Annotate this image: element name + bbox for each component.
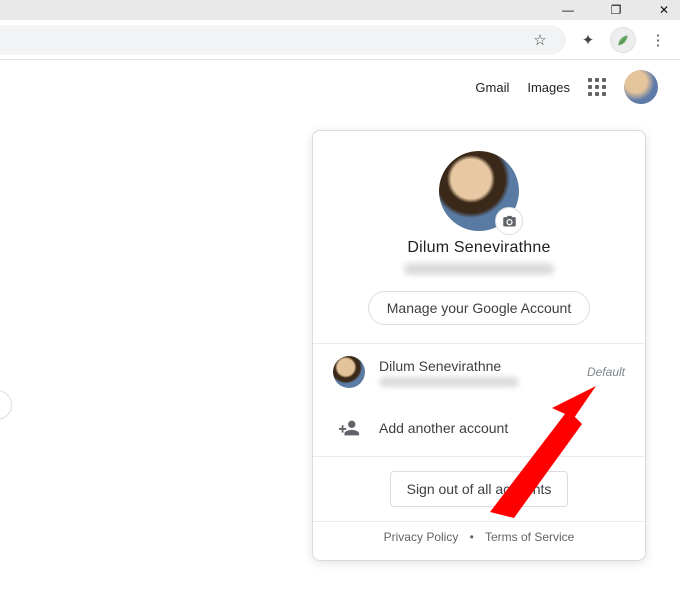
leaf-icon — [615, 32, 631, 48]
browser-menu-icon[interactable]: ⋮ — [646, 31, 670, 49]
manage-account-button[interactable]: Manage your Google Account — [368, 291, 590, 325]
popup-footer: Privacy Policy • Terms of Service — [313, 522, 645, 548]
google-apps-icon[interactable] — [588, 78, 606, 96]
images-link[interactable]: Images — [527, 80, 570, 95]
close-button[interactable]: ✕ — [654, 3, 674, 17]
gmail-link[interactable]: Gmail — [475, 80, 509, 95]
account-email — [379, 377, 519, 387]
terms-link[interactable]: Terms of Service — [485, 530, 574, 544]
profile-avatar — [439, 151, 519, 231]
divider — [313, 456, 645, 457]
change-photo-button[interactable] — [495, 207, 523, 235]
add-account-label: Add another account — [379, 420, 625, 436]
sign-out-button[interactable]: Sign out of all accounts — [390, 471, 569, 507]
profile-name: Dilum Senevirathne — [313, 239, 645, 257]
page-header: Gmail Images — [0, 60, 680, 114]
camera-icon — [502, 214, 517, 229]
add-account-row[interactable]: Add another account — [313, 400, 645, 456]
omnibox[interactable]: ☆ — [0, 25, 566, 55]
default-badge: Default — [587, 365, 625, 379]
account-text: Dilum Senevirathne — [379, 358, 573, 387]
partial-button[interactable] — [0, 390, 12, 420]
account-row[interactable]: Dilum Senevirathne Default — [313, 344, 645, 400]
window-titlebar: — ❐ ✕ — [0, 0, 680, 20]
person-add-icon — [333, 412, 365, 444]
account-avatar-small — [333, 356, 365, 388]
separator-dot: • — [470, 530, 474, 544]
privacy-link[interactable]: Privacy Policy — [384, 530, 459, 544]
extensions-icon[interactable]: ✦ — [576, 31, 600, 49]
bookmark-star-icon[interactable]: ☆ — [528, 31, 552, 49]
profile-email — [404, 263, 554, 275]
account-menu: Dilum Senevirathne Manage your Google Ac… — [312, 130, 646, 561]
browser-profile-chip[interactable] — [610, 27, 636, 53]
account-avatar[interactable] — [624, 70, 658, 104]
minimize-button[interactable]: — — [558, 3, 578, 17]
browser-toolbar: ☆ ✦ ⋮ — [0, 20, 680, 60]
account-name: Dilum Senevirathne — [379, 358, 573, 374]
maximize-button[interactable]: ❐ — [606, 3, 626, 17]
